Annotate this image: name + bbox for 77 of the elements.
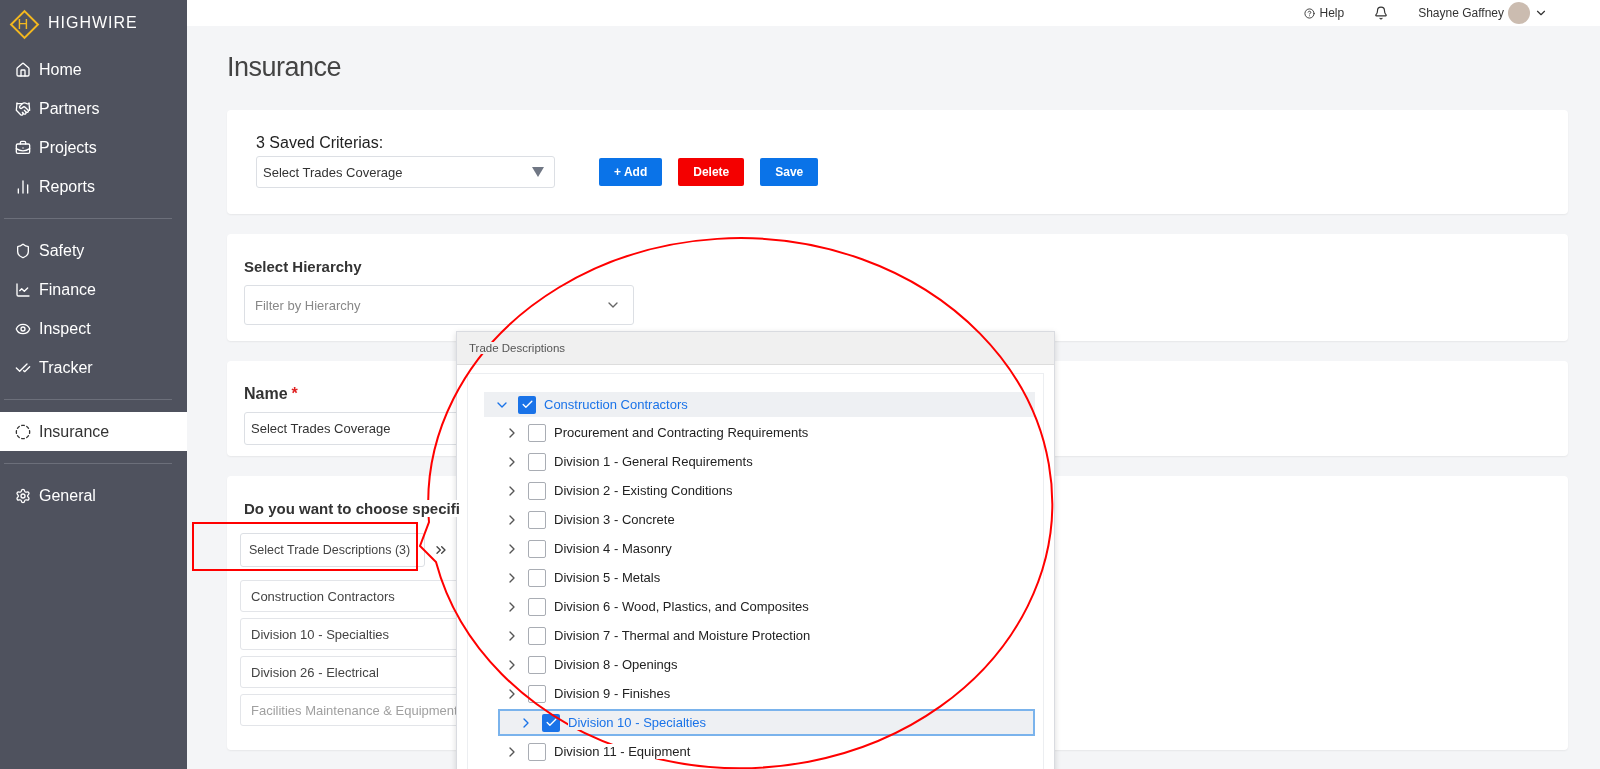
checkbox[interactable]: [528, 742, 546, 761]
tree-item[interactable]: Division 5 - Metals: [484, 564, 1035, 591]
nav-item[interactable]: Home: [0, 50, 187, 89]
tree-item[interactable]: Division 8 - Openings: [484, 651, 1035, 678]
bar-chart-icon: [15, 178, 31, 195]
tree-item[interactable]: Division 11 - Equipment: [484, 738, 1035, 765]
shield-icon: [15, 242, 31, 259]
dashed-circle-icon: [15, 423, 31, 440]
tree-item[interactable]: Division 10 - Specialties: [498, 709, 1035, 736]
tree-item-label: Procurement and Contracting Requirements: [554, 425, 811, 440]
tree-item-label: Division 9 - Finishes: [554, 686, 673, 701]
hierarchy-label: Select Hierarchy: [244, 258, 363, 275]
tree-item-label: Division 7 - Thermal and Moisture Protection: [554, 628, 813, 643]
logo-text: HIGHWIRE: [48, 14, 138, 32]
user-menu[interactable]: Shayne Gaffney: [1418, 2, 1548, 24]
nav-item[interactable]: Inspect: [0, 309, 187, 348]
checkbox[interactable]: [528, 510, 546, 529]
nav-item[interactable]: Reports: [0, 167, 187, 206]
tree-item-label: Division 4 - Masonry: [554, 541, 674, 556]
action-button[interactable]: Save: [760, 158, 819, 186]
criteria-select[interactable]: Select Trades Coverage: [256, 156, 555, 188]
tree-item[interactable]: Division 2 - Existing Conditions: [484, 477, 1035, 504]
tree-item[interactable]: Construction Contractors: [484, 392, 1035, 417]
tree-item-label: Division 1 - General Requirements: [554, 454, 755, 469]
help-icon: [1304, 7, 1316, 19]
tree-item[interactable]: Division 7 - Thermal and Moisture Protection: [484, 622, 1035, 649]
tree-item[interactable]: Division 3 - Concrete: [484, 506, 1035, 533]
nav-item[interactable]: Tracker: [0, 348, 187, 387]
tree-item-label: Division 8 - Openings: [554, 657, 680, 672]
tree-item-label: Division 5 - Metals: [554, 570, 663, 585]
checkbox[interactable]: [528, 481, 546, 500]
tree-item[interactable]: Division 6 - Wood, Plastics, and Composites: [484, 593, 1035, 620]
nav-item[interactable]: General: [0, 476, 187, 515]
tree-item-label: Division 6 - Wood, Plastics, and Composites: [554, 599, 811, 614]
tree-item-label: Division 2 - Existing Conditions: [554, 483, 735, 498]
help-link[interactable]: Help: [1304, 6, 1345, 20]
nav-item[interactable]: Safety: [0, 231, 187, 270]
checkbox[interactable]: [542, 713, 560, 732]
bell-icon[interactable]: [1374, 6, 1389, 20]
hierarchy-select[interactable]: Filter by Hierarchy: [244, 285, 634, 325]
trade-descriptions-button[interactable]: Select Trade Descriptions (3): [240, 533, 425, 567]
nav-item[interactable]: Partners: [0, 89, 187, 128]
name-label: Name *: [244, 385, 299, 403]
checkbox[interactable]: [518, 395, 536, 414]
nav-item[interactable]: Finance: [0, 270, 187, 309]
tree-item-label: Division 3 - Concrete: [554, 512, 677, 527]
avatar: [1508, 2, 1530, 24]
tree-item-label: Division 10 - Specialties: [568, 715, 708, 730]
tree-item[interactable]: Division 4 - Masonry: [484, 535, 1035, 562]
tree-item-label: Division 11 - Equipment: [554, 744, 693, 759]
settings-icon: [15, 487, 31, 504]
checkbox[interactable]: [528, 626, 546, 645]
nav-item[interactable]: Projects: [0, 128, 187, 167]
action-button[interactable]: Delete: [678, 158, 745, 186]
triangle-icon: [532, 167, 544, 177]
trade-question: Do you want to choose specifi: [244, 500, 460, 517]
popup-title: Trade Descriptions: [469, 342, 566, 354]
tree-item[interactable]: Division 9 - Finishes: [484, 680, 1035, 707]
checkbox[interactable]: [528, 597, 546, 616]
checkbox[interactable]: [528, 539, 546, 558]
checkbox[interactable]: [528, 423, 546, 442]
handshake-icon: [15, 100, 31, 117]
line-chart-icon: [15, 281, 31, 298]
saved-criteria-label: 3 Saved Criterias:: [256, 134, 385, 152]
action-button[interactable]: + Add: [599, 158, 663, 186]
checkbox[interactable]: [528, 452, 546, 471]
tree-item[interactable]: Division 1 - General Requirements: [484, 448, 1035, 475]
briefcase-icon: [15, 139, 31, 156]
checkbox[interactable]: [528, 568, 546, 587]
house-icon: [15, 61, 31, 78]
tree-item-label: Construction Contractors: [544, 397, 690, 412]
checkbox[interactable]: [528, 655, 546, 674]
page-title: Insurance: [227, 52, 343, 80]
nav-item[interactable]: Insurance: [0, 412, 187, 451]
check-icon: [520, 398, 534, 411]
check-icon: [544, 716, 558, 729]
checkbox[interactable]: [528, 684, 546, 703]
